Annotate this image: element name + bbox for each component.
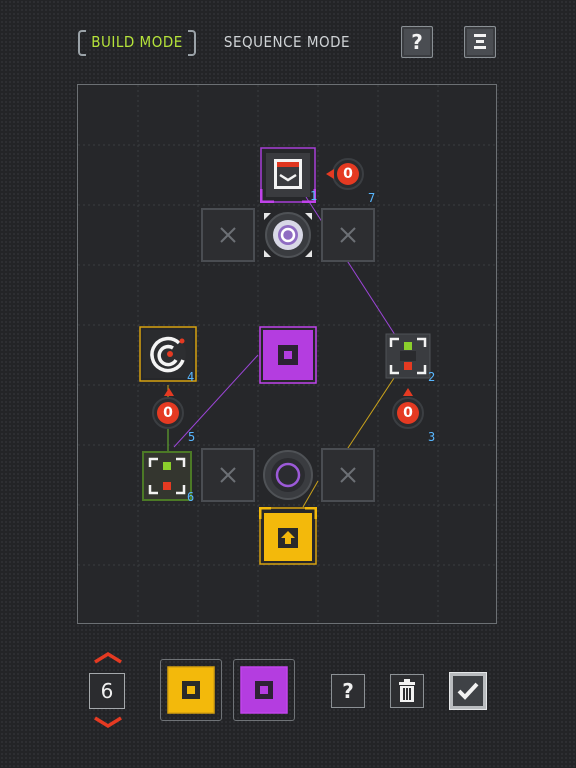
hub-node[interactable] xyxy=(261,448,315,502)
purple-block[interactable] xyxy=(259,326,317,384)
help-label: ? xyxy=(411,30,423,54)
node-index-4: 4 xyxy=(187,370,195,384)
counter-node[interactable]: 0 xyxy=(332,158,364,190)
counter-value: 0 xyxy=(337,163,359,185)
count-display: 6 xyxy=(89,673,125,709)
counter-arrow-icon xyxy=(164,388,174,396)
purple-block-icon xyxy=(240,666,288,714)
node-index-3: 3 xyxy=(428,430,436,444)
delete-button[interactable] xyxy=(390,674,424,708)
menu-button[interactable] xyxy=(464,26,496,58)
trash-icon xyxy=(399,679,415,702)
help-button-bottom[interactable]: ? xyxy=(331,674,365,708)
x-icon xyxy=(220,467,236,483)
build-mode-label: BUILD MODE xyxy=(91,33,183,51)
sensor-node[interactable] xyxy=(142,451,192,501)
hub-node[interactable] xyxy=(260,207,316,263)
bracket-left xyxy=(78,30,86,56)
palette-yellow-block[interactable] xyxy=(160,659,222,721)
node-index-5: 5 xyxy=(188,430,196,444)
blocked-tile[interactable] xyxy=(321,448,375,502)
sequence-mode-label: SEQUENCE MODE xyxy=(223,33,351,51)
counter-arrow-icon xyxy=(326,169,334,179)
node-index-6: 6 xyxy=(187,490,195,504)
sensor-node[interactable] xyxy=(385,333,431,379)
checkmark-icon xyxy=(453,676,483,706)
counter-node[interactable]: 0 xyxy=(152,397,184,429)
counter-arrow-icon xyxy=(403,388,413,396)
start-node[interactable] xyxy=(258,506,318,565)
x-icon xyxy=(340,227,356,243)
counter-value: 0 xyxy=(157,402,179,424)
blocked-tile[interactable] xyxy=(201,448,255,502)
build-mode-tab[interactable]: BUILD MODE xyxy=(78,30,196,56)
chevron-down-icon[interactable] xyxy=(92,716,124,730)
board[interactable]: 1 0 7 4 2 0 5 0 3 6 xyxy=(77,84,497,624)
blocked-tile[interactable] xyxy=(201,208,255,262)
node-index-7: 7 xyxy=(368,191,376,205)
sensor-icon xyxy=(142,451,192,501)
menu-icon xyxy=(474,34,486,49)
x-icon xyxy=(220,227,236,243)
help-button[interactable]: ? xyxy=(401,26,433,58)
counter-value: 0 xyxy=(397,402,419,424)
sensor-icon xyxy=(385,333,431,379)
yellow-block-icon xyxy=(167,666,215,714)
start-node-icon xyxy=(258,506,318,565)
counter-node[interactable]: 0 xyxy=(392,397,424,429)
output-node[interactable] xyxy=(259,147,317,204)
output-node-icon xyxy=(259,147,317,204)
bracket-right xyxy=(188,30,196,56)
node-index-1: 1 xyxy=(310,189,318,203)
x-icon xyxy=(340,467,356,483)
sequence-mode-tab[interactable]: SEQUENCE MODE xyxy=(220,30,354,54)
chevron-up-icon[interactable] xyxy=(92,650,124,664)
blocked-tile[interactable] xyxy=(321,208,375,262)
confirm-button[interactable] xyxy=(449,672,487,710)
node-index-2: 2 xyxy=(428,370,436,384)
palette-purple-block[interactable] xyxy=(233,659,295,721)
help-label: ? xyxy=(342,679,354,703)
purple-block-icon xyxy=(259,326,317,384)
